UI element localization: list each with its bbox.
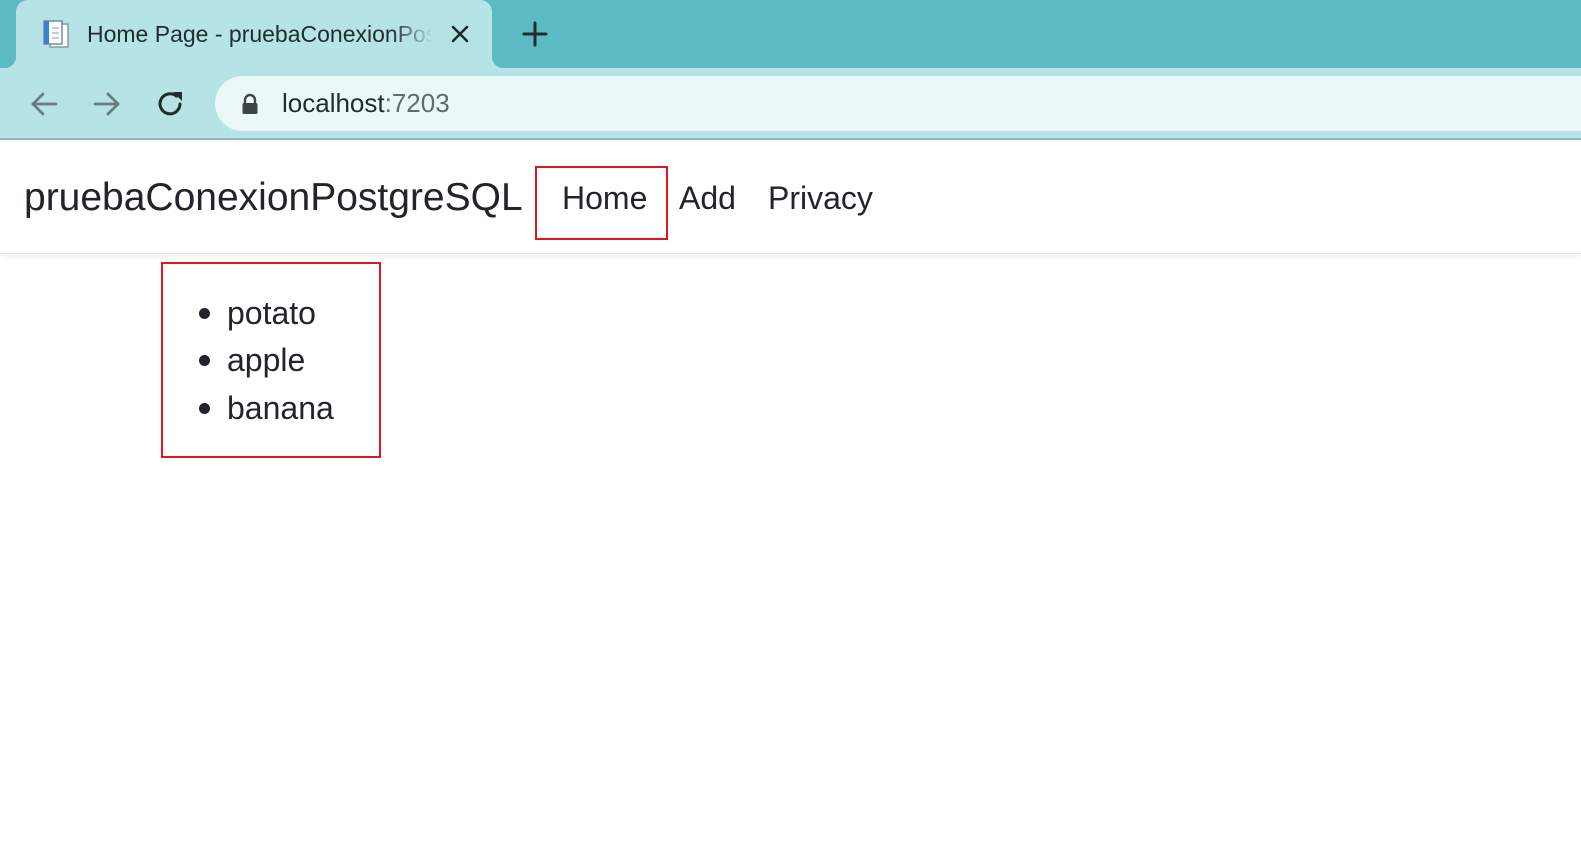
address-bar[interactable]: localhost:7203 [215,76,1581,131]
close-icon[interactable] [446,20,474,48]
site-navbar: pruebaConexionPostgreSQL Home Add Privac… [0,142,1581,254]
bullet-icon [199,308,210,319]
browser-toolbar: localhost:7203 [0,68,1581,140]
url-port: :7203 [384,88,450,118]
list-item: apple [163,340,363,380]
list-item: potato [163,293,363,333]
lock-icon[interactable] [239,93,261,115]
reload-icon[interactable] [151,84,191,124]
bullet-icon [199,403,210,414]
arrow-right-icon[interactable] [87,84,127,124]
bullet-icon [199,355,210,366]
nav-link-privacy[interactable]: Privacy [768,176,873,220]
url-text[interactable]: localhost:7203 [282,76,450,131]
arrow-left-icon[interactable] [24,84,64,124]
navbar-brand[interactable]: pruebaConexionPostgreSQL [24,172,523,224]
highlight-box-list: potato apple banana [161,262,381,458]
tab-title: Home Page - pruebaConexionPostgreSQL [87,21,433,47]
list-item-text: potato [227,295,316,331]
list-item-text: banana [227,390,334,426]
plus-icon[interactable] [516,15,554,53]
tab-strip: Home Page - pruebaConexionPostgreSQL [0,0,1581,68]
highlight-box-home [535,166,668,240]
document-favicon-icon [40,18,72,50]
browser-tab[interactable]: Home Page - pruebaConexionPostgreSQL [4,0,504,68]
url-host: localhost [282,88,385,118]
list-item-text: apple [227,342,306,378]
list-item: banana [163,388,363,428]
nav-link-add[interactable]: Add [679,176,736,220]
